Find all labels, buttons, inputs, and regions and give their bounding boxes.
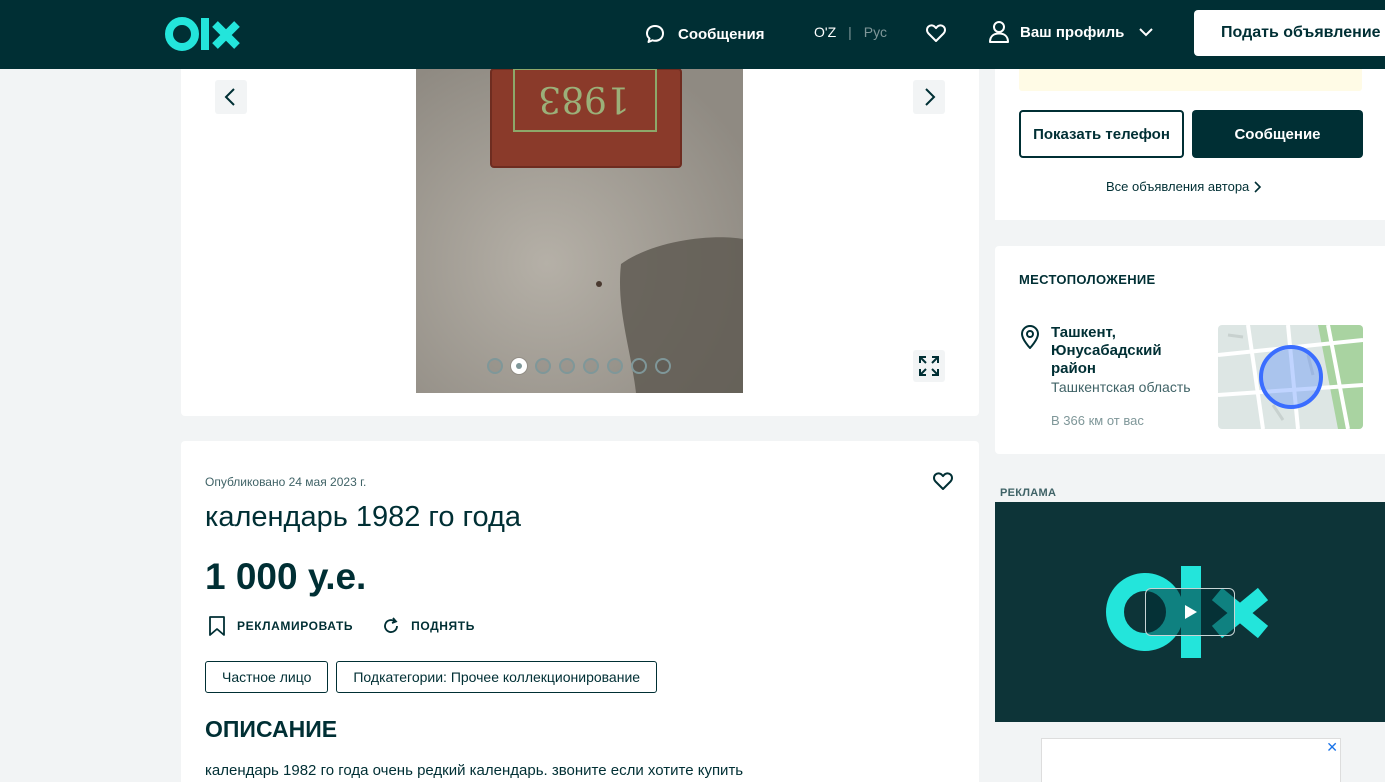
listing-actions: РЕКЛАМИРОВАТЬ ПОДНЯТЬ <box>207 615 475 637</box>
gallery-next-button[interactable] <box>913 80 945 114</box>
listing-photo[interactable]: 1983 <box>416 69 743 393</box>
all-ads-label: Все объявления автора <box>1106 179 1250 194</box>
seller-card: Показать телефон Сообщение Все объявлени… <box>995 69 1385 220</box>
listing-title: календарь 1982 го года <box>205 501 522 533</box>
gallery-dot[interactable] <box>607 358 623 374</box>
listing-tags: Частное лицо Подкатегории: Прочее коллек… <box>205 661 658 693</box>
gallery-dot[interactable] <box>487 358 503 374</box>
send-message-button[interactable]: Сообщение <box>1192 110 1363 158</box>
location-region: Ташкентская область <box>1051 379 1191 395</box>
tag-seller-type[interactable]: Частное лицо <box>205 661 329 693</box>
ad-label: РЕКЛАМА <box>1000 487 1057 499</box>
chevron-right-icon <box>1254 180 1262 193</box>
all-seller-ads-link[interactable]: Все объявления автора <box>1106 179 1263 194</box>
location-heading: МЕСТОПОЛОЖЕНИЕ <box>1019 272 1156 287</box>
location-map-thumbnail[interactable] <box>1218 325 1363 429</box>
photo-gallery: 1983 <box>181 69 979 416</box>
play-button[interactable] <box>1145 588 1235 636</box>
location-distance: В 366 км от вас <box>1051 413 1144 428</box>
calendar-photo-image: 1983 <box>416 69 743 393</box>
location-pin-icon <box>1020 325 1040 349</box>
gallery-dot[interactable] <box>511 358 527 374</box>
promote-label: РЕКЛАМИРОВАТЬ <box>237 619 354 633</box>
ad-banner[interactable]: ✕ <box>1041 738 1341 782</box>
lang-uz[interactable]: O'Z <box>814 24 836 40</box>
promote-button[interactable]: РЕКЛАМИРОВАТЬ <box>207 615 353 637</box>
top-header: Сообщения O'Z | Рус Ваш профиль Подать о… <box>0 0 1385 69</box>
bookmark-icon <box>209 616 225 636</box>
lang-separator: | <box>848 24 852 40</box>
gallery-dot[interactable] <box>535 358 551 374</box>
description-heading: ОПИСАНИЕ <box>205 716 338 742</box>
listing-details: Опубликовано 24 мая 2023 г. календарь 19… <box>181 441 979 782</box>
play-icon <box>1185 605 1197 619</box>
gallery-dot[interactable] <box>583 358 599 374</box>
post-ad-button[interactable]: Подать объявление <box>1194 10 1385 56</box>
listing-price: 1 000 у.е. <box>205 556 367 597</box>
raise-label: ПОДНЯТЬ <box>411 619 475 633</box>
ad-close-icon[interactable]: ✕ <box>1326 739 1338 756</box>
tag-subcategory[interactable]: Подкатегории: Прочее коллекционирование <box>336 661 658 693</box>
refresh-icon <box>384 617 399 633</box>
calendar-year-text: 1983 <box>538 78 630 119</box>
add-to-favorites-heart-icon[interactable] <box>931 469 955 493</box>
olx-logo[interactable] <box>165 14 241 54</box>
chevron-left-icon <box>224 88 235 106</box>
chat-bubble-icon <box>646 25 664 43</box>
gallery-pagination <box>487 358 671 374</box>
gallery-prev-button[interactable] <box>215 80 247 114</box>
gallery-dot[interactable] <box>631 358 647 374</box>
messages-label: Сообщения <box>678 25 765 43</box>
location-city: Ташкент, Юнусабадский район <box>1051 324 1162 377</box>
raise-button[interactable]: ПОДНЯТЬ <box>381 615 475 637</box>
profile-menu[interactable]: Ваш профиль <box>988 20 1154 44</box>
language-switcher: O'Z | Рус <box>814 24 887 40</box>
video-ad[interactable] <box>995 502 1385 722</box>
location-card: МЕСТОПОЛОЖЕНИЕ Ташкент, Юнусабадский рай… <box>995 246 1385 454</box>
favorites-heart-icon[interactable] <box>924 21 948 45</box>
gallery-dot[interactable] <box>559 358 575 374</box>
show-phone-button[interactable]: Показать телефон <box>1019 110 1184 158</box>
fullscreen-button[interactable] <box>913 350 945 382</box>
messages-link[interactable]: Сообщения <box>644 20 764 48</box>
published-date: Опубликовано 24 мая 2023 г. <box>205 475 367 489</box>
chevron-down-icon <box>1139 28 1154 37</box>
lang-ru[interactable]: Рус <box>864 24 887 40</box>
seller-notice-strip <box>1019 69 1362 91</box>
expand-icon <box>919 356 939 376</box>
user-icon <box>989 21 1009 43</box>
chevron-right-icon <box>925 88 936 106</box>
description-text: календарь 1982 го года очень редкий кале… <box>205 762 744 779</box>
gallery-dot[interactable] <box>655 358 671 374</box>
profile-label: Ваш профиль <box>1020 23 1125 41</box>
